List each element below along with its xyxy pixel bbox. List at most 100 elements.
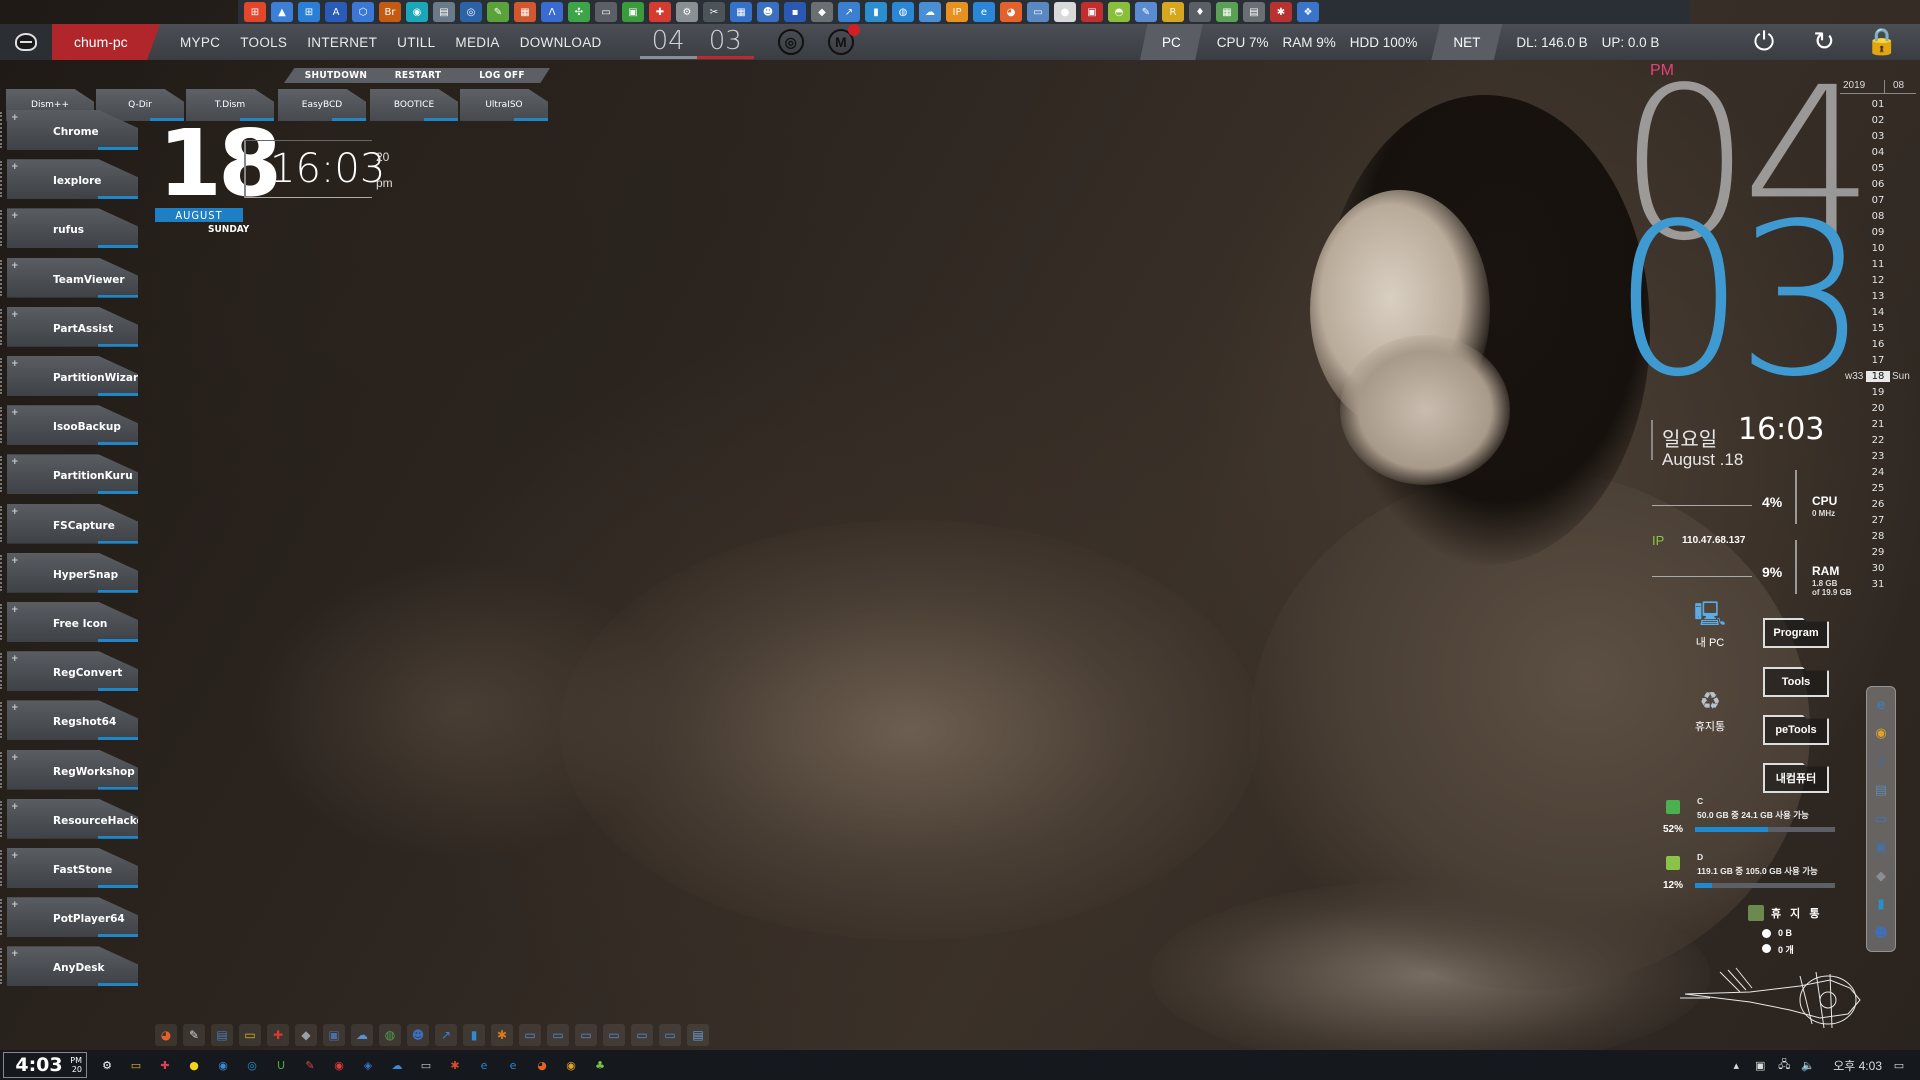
notes-icon[interactable]: ✎	[1135, 2, 1157, 22]
window-quick-icon[interactable]: ▤	[687, 1024, 709, 1046]
launcher-regconvert[interactable]: + RegConvert	[7, 651, 138, 692]
edit-taskbar-icon[interactable]: ✎	[301, 1056, 319, 1074]
calendar-day[interactable]: 12	[1866, 275, 1890, 286]
ie-taskbar-icon[interactable]: e	[475, 1056, 493, 1074]
tools-icon[interactable]: ⚙	[676, 2, 698, 22]
cloud-taskbar-icon[interactable]: ☁	[388, 1056, 406, 1074]
ip-icon[interactable]: IP	[946, 2, 968, 22]
image-icon[interactable]: ▣	[622, 2, 644, 22]
firefox-taskbar-icon[interactable]: ◕	[533, 1056, 551, 1074]
doc-dock-icon[interactable]: ▤	[1871, 781, 1891, 801]
calendar-day[interactable]: 14	[1866, 307, 1890, 318]
folder-b-quick-icon[interactable]: ▭	[547, 1024, 569, 1046]
calendar-day[interactable]: 07	[1866, 195, 1890, 206]
my-pc-shortcut[interactable]: 🖳 내 PC	[1680, 600, 1740, 650]
chrome-dock-icon[interactable]: ◉	[1871, 724, 1891, 744]
lock-icon[interactable]: 🔒	[1866, 27, 1898, 57]
u-taskbar-icon[interactable]: U	[272, 1056, 290, 1074]
launcher-hypersnap[interactable]: + HyperSnap	[7, 552, 138, 593]
book-quick-icon[interactable]: ▮	[463, 1024, 485, 1046]
folder-d-quick-icon[interactable]: ▭	[603, 1024, 625, 1046]
document-icon[interactable]: ▤	[433, 2, 455, 22]
pc-quick-icon[interactable]: ▣	[323, 1024, 345, 1046]
arrow-quick-icon[interactable]: ↗	[435, 1024, 457, 1046]
arrow-icon[interactable]: ↗	[838, 2, 860, 22]
launcher-partassist[interactable]: + PartAssist	[7, 306, 138, 347]
slash-dock-icon[interactable]: ∕	[1871, 752, 1891, 772]
firefox-icon[interactable]: ◕	[1000, 2, 1022, 22]
firefox-quick-icon[interactable]: ◕	[155, 1024, 177, 1046]
pc-tab[interactable]: PC	[1140, 24, 1203, 60]
nav-internet[interactable]: INTERNET	[307, 35, 377, 50]
calendar-day[interactable]: 13	[1866, 291, 1890, 302]
calendar-day[interactable]: 31	[1866, 579, 1890, 590]
tool-taskbar-icon[interactable]: ✱	[446, 1056, 464, 1074]
cloud-icon[interactable]: ☁	[919, 2, 941, 22]
launcher-regworkshop[interactable]: + RegWorkshop	[7, 749, 138, 790]
globe-icon[interactable]: ◍	[892, 2, 914, 22]
diamond-icon[interactable]: ◆	[811, 2, 833, 22]
ie-dock-icon[interactable]: e	[1871, 695, 1891, 715]
launcher-iexplore[interactable]: + Iexplore	[7, 159, 138, 200]
restart-button[interactable]: RESTART	[370, 68, 466, 83]
user-icon[interactable]: ☻	[757, 2, 779, 22]
printer-icon[interactable]: ▭	[595, 2, 617, 22]
tray-chevron-up-icon[interactable]: ▴	[1729, 1058, 1743, 1072]
launcher-rufus[interactable]: + rufus	[7, 208, 138, 249]
calendar-day[interactable]: 17	[1866, 355, 1890, 366]
globe-quick-icon[interactable]: ◍	[379, 1024, 401, 1046]
ie-icon[interactable]: e	[973, 2, 995, 22]
calendar-day[interactable]: 24	[1866, 467, 1890, 478]
calendar-day[interactable]: 29	[1866, 547, 1890, 558]
logoff-button[interactable]: LOG OFF	[454, 68, 550, 83]
taskbar-clock[interactable]: 4:03 PM 20	[3, 1052, 87, 1078]
calendar-icon[interactable]: ▦	[514, 2, 536, 22]
nav-utill[interactable]: UTILL	[397, 35, 435, 50]
logo-icon[interactable]	[0, 24, 52, 60]
tool-tab-bootice[interactable]: BOOTICE	[370, 89, 458, 121]
calendar-day[interactable]: 23	[1866, 451, 1890, 462]
launcher-isoobackup[interactable]: + IsooBackup	[7, 405, 138, 446]
nav-tools[interactable]: TOOLS	[240, 35, 287, 50]
launcher-fscapture[interactable]: + FSCapture	[7, 503, 138, 544]
tray-monitor-icon[interactable]: ▣	[1753, 1058, 1767, 1072]
diamond-quick-icon[interactable]: ◆	[295, 1024, 317, 1046]
folder-mycomputer-button[interactable]: 내컴퓨터	[1763, 763, 1829, 793]
launcher-regshot64[interactable]: + Regshot64	[7, 700, 138, 741]
diamond-dock-icon[interactable]: ◆	[1871, 866, 1891, 886]
tool-tab-easybcd[interactable]: EasyBCD	[278, 89, 366, 121]
tool-tab-ultraiso[interactable]: UltraISO	[460, 89, 548, 121]
tools-quick-icon[interactable]: ✱	[491, 1024, 513, 1046]
r-icon[interactable]: R	[1162, 2, 1184, 22]
nav-media[interactable]: MEDIA	[455, 35, 499, 50]
pc-name-tab[interactable]: chum-pc	[52, 24, 160, 60]
folder-quick-icon[interactable]: ▭	[239, 1024, 261, 1046]
pencil-icon[interactable]: ✎	[487, 2, 509, 22]
calendar-day[interactable]: 30	[1866, 563, 1890, 574]
puzzle-icon[interactable]: ✣	[568, 2, 590, 22]
folder-program-button[interactable]: Program	[1763, 618, 1829, 648]
tray-notification-icon[interactable]: ▭	[1892, 1058, 1906, 1072]
launcher-partitionwizard[interactable]: + PartitionWizard	[7, 356, 138, 396]
calendar-day[interactable]: 08	[1866, 211, 1890, 222]
calendar-day[interactable]: 11	[1866, 259, 1890, 270]
nav-mypc[interactable]: MYPC	[180, 35, 220, 50]
sync-taskbar-icon[interactable]: ◎	[243, 1056, 261, 1074]
calendar-day[interactable]: 03	[1866, 131, 1890, 142]
package-icon[interactable]: ▦	[730, 2, 752, 22]
calendar-day[interactable]: 05	[1866, 163, 1890, 174]
ruler-icon[interactable]: Λ	[541, 2, 563, 22]
chrome-icon[interactable]: ◎	[777, 29, 804, 55]
calendar-day[interactable]: 10	[1866, 243, 1890, 254]
calendar-day[interactable]: 06	[1866, 179, 1890, 190]
disk-icon[interactable]: ◉	[406, 2, 428, 22]
camera-icon[interactable]: ◎	[460, 2, 482, 22]
book-dock-icon[interactable]: ▮	[1871, 895, 1891, 915]
windows-icon[interactable]: ⊞	[298, 2, 320, 22]
launcher-anydesk[interactable]: + AnyDesk	[7, 946, 138, 987]
bridge-icon[interactable]: Br	[379, 2, 401, 22]
screen-dock-icon[interactable]: ▭	[1871, 809, 1891, 829]
drop-icon[interactable]: ♦	[1189, 2, 1211, 22]
kakao-taskbar-icon[interactable]: ●	[185, 1056, 203, 1074]
spider-icon[interactable]: ✱	[1270, 2, 1292, 22]
